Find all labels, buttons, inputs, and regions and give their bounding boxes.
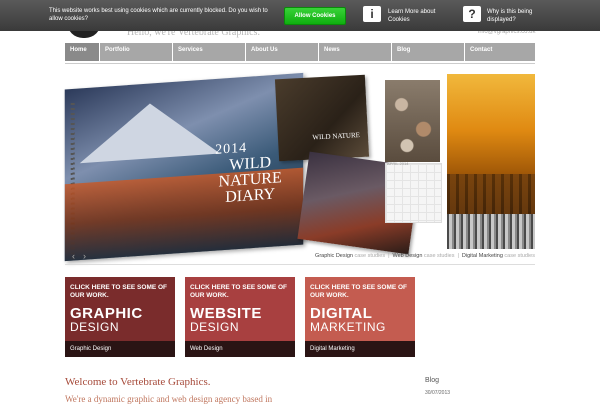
welcome-heading: Welcome to Vertebrate Graphics. [65, 376, 211, 388]
hero-divider [65, 264, 535, 265]
info-icon[interactable]: i [363, 6, 381, 22]
box-cta: CLICK HERE TO SEE SOME OF OUR WORK. [70, 284, 168, 299]
box-subtitle: DESIGN [190, 320, 240, 334]
nav-item-about-us[interactable]: About Us [246, 43, 318, 61]
nav-item-blog[interactable]: Blog [392, 43, 464, 61]
blog-date: 30/07/2013 [425, 390, 451, 396]
mountain-shape [79, 98, 221, 164]
forest-trees [447, 174, 535, 214]
caption-digital-marketing[interactable]: Digital Marketing [462, 253, 503, 259]
cookie-bar: This website works best using cookies wh… [0, 0, 600, 31]
birch-image [447, 214, 535, 249]
box-subtitle: MARKETING [310, 320, 386, 334]
box-footer: Digital Marketing [305, 341, 415, 357]
caption-suffix[interactable]: case studies [504, 253, 535, 259]
otter-diary-image: WILD NATURE [274, 74, 370, 162]
forest-image [447, 74, 535, 214]
chevron-right-icon[interactable]: › [83, 251, 86, 261]
caption-suffix[interactable]: case studies [355, 253, 386, 259]
main-nav: Home Portfolio Services About Us News Bl… [65, 43, 535, 61]
why-displayed-link[interactable]: Why is this being displayed? [487, 8, 542, 24]
allow-cookies-button[interactable]: Allow Cookies [284, 7, 346, 25]
nav-item-home[interactable]: Home [65, 43, 99, 61]
caption-separator: | [388, 253, 390, 259]
nav-item-news[interactable]: News [319, 43, 391, 61]
box-cta: CLICK HERE TO SEE SOME OF OUR WORK. [190, 284, 288, 299]
hero-slideshow[interactable]: 2014 WILD NATURE DIARY WILD NATURE APRIL… [64, 72, 535, 262]
learn-more-link[interactable]: Learn More about Cookies [388, 8, 443, 24]
box-cta: CLICK HERE TO SEE SOME OF OUR WORK. [310, 284, 408, 299]
nav-item-portfolio[interactable]: Portfolio [100, 43, 172, 61]
website-design-box[interactable]: CLICK HERE TO SEE SOME OF OUR WORK. WEBS… [185, 277, 295, 357]
otter-diary-title: WILD NATURE [312, 131, 361, 142]
box-footer: Graphic Design [65, 341, 175, 357]
caption-separator: | [457, 253, 459, 259]
cookie-message: This website works best using cookies wh… [49, 8, 268, 22]
box-subtitle: DESIGN [70, 320, 120, 334]
graphic-design-box[interactable]: CLICK HERE TO SEE SOME OF OUR WORK. GRAP… [65, 277, 175, 357]
caption-suffix[interactable]: case studies [424, 253, 455, 259]
diary-image: 2014 WILD NATURE DIARY [64, 72, 304, 262]
blog-heading: Blog [425, 377, 440, 384]
nav-item-contact[interactable]: Contact [465, 43, 535, 61]
calendar-label: APRIL 2014 [387, 161, 409, 166]
nav-divider [65, 63, 535, 64]
calendar-image [385, 163, 442, 223]
case-study-links: Graphic Design case studies | Web Design c… [315, 253, 535, 259]
box-footer: Web Design [185, 341, 295, 357]
nav-item-services[interactable]: Services [173, 43, 245, 61]
slideshow-arrows: ‹ › [72, 251, 94, 261]
diary-title: WILD NATURE DIARY [218, 153, 282, 207]
caption-graphic-design[interactable]: Graphic Design [315, 253, 353, 259]
chevron-left-icon[interactable]: ‹ [72, 251, 75, 261]
help-icon[interactable]: ? [463, 6, 481, 22]
shells-image [385, 80, 440, 162]
caption-web-design[interactable]: Web Design [393, 253, 423, 259]
intro-text: We're a dynamic graphic and web design a… [65, 394, 273, 404]
digital-marketing-box[interactable]: CLICK HERE TO SEE SOME OF OUR WORK. DIGI… [305, 277, 415, 357]
